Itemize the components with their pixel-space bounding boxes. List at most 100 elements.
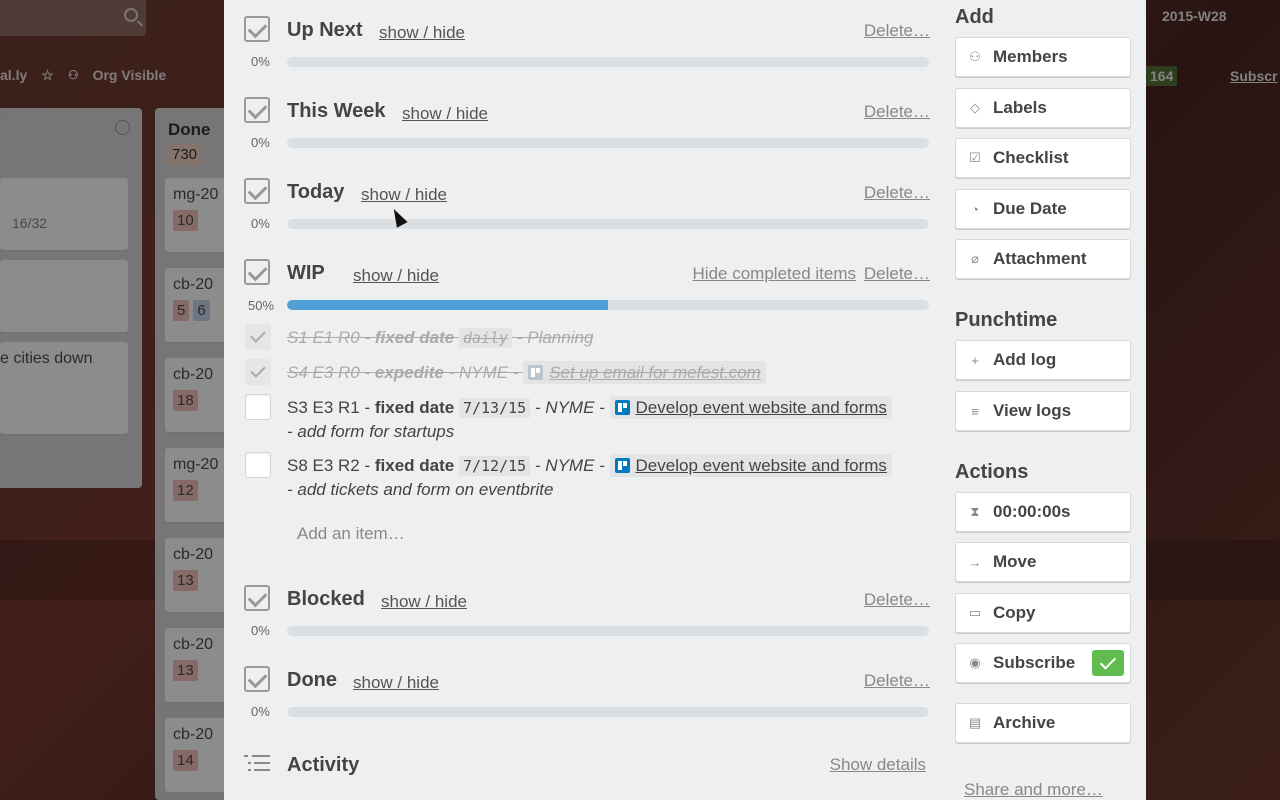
checklist-title[interactable]: WIP [287,262,325,285]
item-text[interactable]: S8 E3 R2 - fixed date 7/12/15 - NYME - D… [287,454,927,501]
item-checkbox[interactable] [245,452,271,478]
checklist-blocked: Blocked show / hide Delete… 0% [244,585,934,638]
actions-heading: Actions [955,461,1029,483]
item-kind: fixed date [374,328,455,347]
button-label: 00:00:00s [993,502,1071,521]
card-link-label: Develop event website and forms [635,398,887,417]
button-label: Attachment [993,249,1087,268]
card-detail-modal: Up Next show / hide Delete… 0% This Week… [224,0,1146,800]
checklist-button[interactable]: ☑ Checklist [955,138,1131,178]
button-label: Labels [993,98,1047,117]
show-hide-toggle[interactable]: show / hide [379,23,465,43]
show-details-link[interactable]: Show details [830,755,926,775]
button-label: Archive [993,713,1056,732]
add-item-input[interactable]: Add an item… [297,524,405,544]
copy-icon: ▭ [968,605,982,620]
view-logs-button[interactable]: ≡ View logs [955,391,1131,431]
item-separator: - [359,363,375,382]
item-id: S1 E1 R0 [287,328,360,347]
item-kind: fixed date [374,456,455,475]
trello-icon [614,458,630,473]
item-text[interactable]: S4 E3 R0 - expedite - NYME - Set up emai… [287,361,927,384]
checklist-title[interactable]: Done [287,669,337,692]
item-rest: - Planning [512,328,594,347]
archive-icon: ▤ [968,715,982,730]
item-text[interactable]: S1 E1 R0 - fixed date daily - Planning [287,326,927,350]
eye-icon: ◉ [969,655,981,670]
checklist-icon [244,97,270,123]
item-rest: - NYME - [530,398,610,417]
progress-percent: 50% [248,298,275,313]
item-checkbox[interactable] [245,359,271,385]
hourglass-icon: ⧗ [970,504,980,519]
share-and-more-link[interactable]: Share and more… [964,780,1103,800]
delete-checklist-link[interactable]: Delete… [864,264,930,284]
checklist-up-next: Up Next show / hide Delete… 0% [244,16,934,69]
checklist-done: Done show / hide Delete… 0% [244,666,934,719]
show-hide-toggle[interactable]: show / hide [402,104,488,124]
show-hide-toggle[interactable]: show / hide [353,266,439,286]
button-label: Checklist [993,148,1069,167]
progress-bar [287,57,929,67]
show-hide-toggle[interactable]: show / hide [353,673,439,693]
checklist-title[interactable]: Today [287,181,344,204]
arrow-right-icon: → [968,554,982,570]
checklist-title[interactable]: Blocked [287,588,365,611]
item-text[interactable]: S3 E3 R1 - fixed date 7/13/15 - NYME - D… [287,396,927,443]
card-link-label: Develop event website and forms [635,456,887,475]
attachment-button[interactable]: ⌀ Attachment [955,239,1131,279]
item-rest: - NYME - [530,456,610,475]
item-checkbox[interactable] [245,394,271,420]
item-separator: - [359,398,375,417]
card-link[interactable]: Develop event website and forms [609,396,892,419]
card-link[interactable]: Set up email for mefest.com [523,361,766,384]
delete-checklist-link[interactable]: Delete… [864,21,930,41]
show-hide-toggle[interactable]: show / hide [361,185,447,205]
show-hide-toggle[interactable]: show / hide [381,592,467,612]
delete-checklist-link[interactable]: Delete… [864,590,930,610]
checklist-icon [244,178,270,204]
archive-button[interactable]: ▤ Archive [955,703,1131,743]
clock-icon: ◔ [971,201,979,217]
list-icon: ≡ [971,403,979,419]
progress-bar [287,707,929,717]
subscribed-check-icon [1092,650,1124,676]
delete-checklist-link[interactable]: Delete… [864,183,930,203]
item-tail: - add form for startups [287,422,455,441]
button-label: Due Date [993,199,1067,218]
copy-button[interactable]: ▭ Copy [955,593,1131,633]
move-button[interactable]: → Move [955,542,1131,582]
delete-checklist-link[interactable]: Delete… [864,102,930,122]
item-kind: expedite [374,363,444,382]
activity-title: Activity [287,754,360,776]
progress-bar [287,138,929,148]
members-button[interactable]: ⚇ Members [955,37,1131,77]
progress-fill [287,300,608,310]
item-checkbox[interactable] [245,324,271,350]
item-tail: - add tickets and form on eventbrite [287,480,554,499]
paperclip-icon: ⌀ [971,251,979,266]
checklist-title[interactable]: Up Next [287,19,363,42]
item-rest: - NYME - [443,363,524,382]
hide-completed-link[interactable]: Hide completed items [693,264,856,284]
add-log-button[interactable]: + Add log [955,340,1131,380]
item-code: 7/13/15 [458,398,531,418]
trello-icon [614,400,630,415]
checklist-today: Today show / hide Delete… 0% [244,178,934,231]
progress-percent: 0% [251,54,270,69]
checklist-title[interactable]: This Week [287,100,386,123]
checklist-icon [244,666,270,692]
timer-button[interactable]: ⧗ 00:00:00s [955,492,1131,532]
checkbox-icon: ☑ [969,150,981,165]
delete-checklist-link[interactable]: Delete… [864,671,930,691]
labels-button[interactable]: ◇ Labels [955,88,1131,128]
item-id: S3 E3 R1 [287,398,360,417]
checklist-icon [244,585,270,611]
card-main-column: Up Next show / hide Delete… 0% This Week… [224,0,944,800]
progress-bar [287,300,929,310]
subscribe-button[interactable]: ◉ Subscribe [955,643,1131,683]
button-label: View logs [993,401,1072,420]
item-code: 7/12/15 [458,456,531,476]
due-date-button[interactable]: ◔ Due Date [955,189,1131,229]
card-link[interactable]: Develop event website and forms [609,454,892,477]
